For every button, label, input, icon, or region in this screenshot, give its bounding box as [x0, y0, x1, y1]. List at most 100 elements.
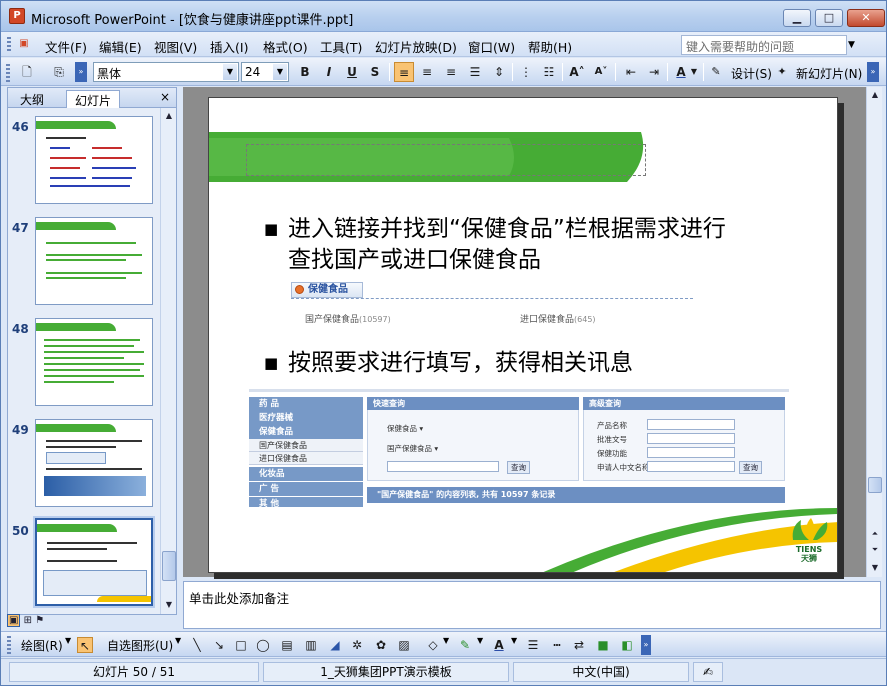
increase-font-icon[interactable]: A˄: [567, 62, 587, 82]
toolbar-grip[interactable]: [7, 37, 11, 53]
close-icon[interactable]: ×: [160, 90, 170, 104]
chevron-down-icon[interactable]: ▼: [868, 561, 882, 575]
document-icon[interactable]: ▣: [15, 35, 33, 53]
chevron-down-icon[interactable]: ▼: [443, 636, 449, 645]
decrease-indent-icon[interactable]: ⇤: [621, 62, 641, 82]
align-right-icon[interactable]: ≡: [441, 62, 461, 82]
line-style-icon[interactable]: ☰: [525, 637, 541, 653]
chevron-down-icon[interactable]: ▼: [65, 636, 71, 645]
powerpoint-icon[interactable]: P: [9, 8, 25, 24]
previous-slide-icon[interactable]: ⏶: [868, 527, 882, 541]
italic-button[interactable]: I: [319, 62, 339, 82]
maximize-button[interactable]: □: [815, 9, 843, 27]
menu-file[interactable]: 文件(F): [45, 37, 87, 56]
menu-slideshow[interactable]: 幻灯片放映(D): [375, 37, 457, 56]
menu-edit[interactable]: 编辑(E): [99, 37, 142, 56]
shadow-button[interactable]: S: [365, 62, 385, 82]
slide-sorter-icon[interactable]: ⊞: [24, 615, 32, 626]
chevron-down-icon[interactable]: ▼: [175, 636, 181, 645]
chevron-down-icon[interactable]: ▼: [223, 64, 237, 80]
toolbar-options-icon[interactable]: »: [867, 62, 879, 82]
slideshow-icon[interactable]: ⚑: [35, 615, 44, 626]
chevron-down-icon[interactable]: ▼: [477, 636, 483, 645]
line-icon[interactable]: ╲: [189, 637, 205, 653]
decrease-font-icon[interactable]: A˅: [591, 62, 611, 82]
underline-button[interactable]: U: [342, 62, 362, 82]
new-document-icon[interactable]: 🗋: [17, 62, 37, 82]
bullet-1[interactable]: ■ 进入链接并找到“保健食品”栏根据需求进行 查找国产或进口保健食品: [264, 214, 808, 276]
tab-outline[interactable]: 大纲: [12, 90, 52, 108]
picture-icon[interactable]: ▨: [396, 637, 412, 653]
fill-color-icon[interactable]: ◇: [425, 637, 441, 653]
copy-icon[interactable]: ⎘: [49, 62, 69, 82]
close-button[interactable]: ✕: [847, 9, 885, 27]
minimize-button[interactable]: ▁: [783, 9, 811, 27]
normal-view-icon[interactable]: ▣: [7, 614, 21, 627]
chevron-down-icon[interactable]: ▼: [273, 64, 287, 80]
menu-window[interactable]: 窗口(W): [468, 37, 515, 56]
thumbnails-scrollbar[interactable]: ▲ ▼: [160, 108, 176, 614]
menu-insert[interactable]: 插入(I): [210, 37, 248, 56]
font-color-icon[interactable]: A: [491, 637, 507, 653]
design-icon[interactable]: ✎: [709, 62, 723, 82]
arrow-style-icon[interactable]: ⇄: [571, 637, 587, 653]
new-slide-icon[interactable]: ✦: [775, 62, 789, 82]
menu-tools[interactable]: 工具(T): [320, 37, 362, 56]
select-pointer-icon[interactable]: ↖: [77, 637, 93, 653]
diagram-icon[interactable]: ✲: [349, 637, 365, 653]
chevron-down-icon[interactable]: ▼: [162, 598, 176, 612]
chevron-up-icon[interactable]: ▲: [162, 109, 176, 123]
slide-thumbnail-48[interactable]: [35, 318, 153, 406]
line-spacing-icon[interactable]: ⇕: [489, 62, 509, 82]
font-name-select[interactable]: 黑体 ▼: [93, 62, 239, 82]
rectangle-icon[interactable]: □: [233, 637, 249, 653]
help-search-input[interactable]: 键入需要帮助的问题: [681, 35, 847, 55]
slide-thumbnail-46[interactable]: [35, 116, 153, 204]
chevron-up-icon[interactable]: ▲: [868, 88, 882, 102]
menu-view[interactable]: 视图(V): [154, 37, 197, 56]
spelling-check-icon[interactable]: ✍: [693, 662, 723, 682]
toolbar-grip[interactable]: [6, 64, 10, 82]
align-left-icon[interactable]: ≡: [394, 62, 414, 82]
bullet-2[interactable]: ■ 按照要求进行填写，获得相关讯息: [264, 348, 808, 379]
font-size-select[interactable]: 24 ▼: [241, 62, 289, 82]
notes-pane[interactable]: 单击此处添加备注: [183, 581, 881, 629]
menu-help[interactable]: 帮助(H): [528, 37, 572, 56]
arrow-icon[interactable]: ↘: [211, 637, 227, 653]
distribute-icon[interactable]: ☰: [465, 62, 485, 82]
bold-button[interactable]: B: [295, 62, 315, 82]
menu-format[interactable]: 格式(O): [263, 37, 308, 56]
title-placeholder[interactable]: [246, 144, 646, 176]
toolbar-grip[interactable]: [7, 636, 11, 654]
wordart-icon[interactable]: ◢: [327, 637, 343, 653]
chevron-down-icon[interactable]: ▼: [848, 40, 855, 50]
oval-icon[interactable]: ◯: [255, 637, 271, 653]
autoshapes-button[interactable]: 自选图形(U): [107, 637, 173, 654]
align-center-icon[interactable]: ≡: [417, 62, 437, 82]
toolbar-options-icon[interactable]: »: [75, 62, 87, 82]
numbering-icon[interactable]: ⋮: [516, 62, 536, 82]
bullets-icon[interactable]: ☷: [539, 62, 559, 82]
slide-thumbnail-47[interactable]: [35, 217, 153, 305]
scrollbar-thumb[interactable]: [868, 477, 882, 493]
vertical-textbox-icon[interactable]: ▥: [303, 637, 319, 653]
dash-style-icon[interactable]: ┅: [549, 637, 565, 653]
font-color-icon[interactable]: A: [671, 62, 691, 82]
slide-thumbnail-50[interactable]: [33, 516, 155, 608]
design-button[interactable]: 设计(S): [731, 65, 772, 82]
scrollbar-thumb[interactable]: [162, 551, 176, 581]
textbox-icon[interactable]: ▤: [279, 637, 295, 653]
shadow-style-icon[interactable]: ■: [595, 637, 611, 653]
draw-menu-button[interactable]: 绘图(R): [21, 637, 63, 654]
3d-style-icon[interactable]: ◧: [619, 637, 635, 653]
line-color-icon[interactable]: ✎: [457, 637, 473, 653]
chevron-down-icon[interactable]: ▼: [689, 62, 699, 82]
slide-canvas[interactable]: ■ 进入链接并找到“保健食品”栏根据需求进行 查找国产或进口保健食品 保健食品 …: [208, 97, 838, 573]
increase-indent-icon[interactable]: ⇥: [644, 62, 664, 82]
chevron-down-icon[interactable]: ▼: [511, 636, 517, 645]
next-slide-icon[interactable]: ⏷: [868, 543, 882, 557]
new-slide-button[interactable]: 新幻灯片(N): [796, 65, 862, 82]
toolbar-options-icon[interactable]: »: [641, 635, 651, 655]
clipart-icon[interactable]: ✿: [373, 637, 389, 653]
slide-scrollbar[interactable]: ▲ ⏶ ⏷ ▼: [866, 87, 882, 577]
